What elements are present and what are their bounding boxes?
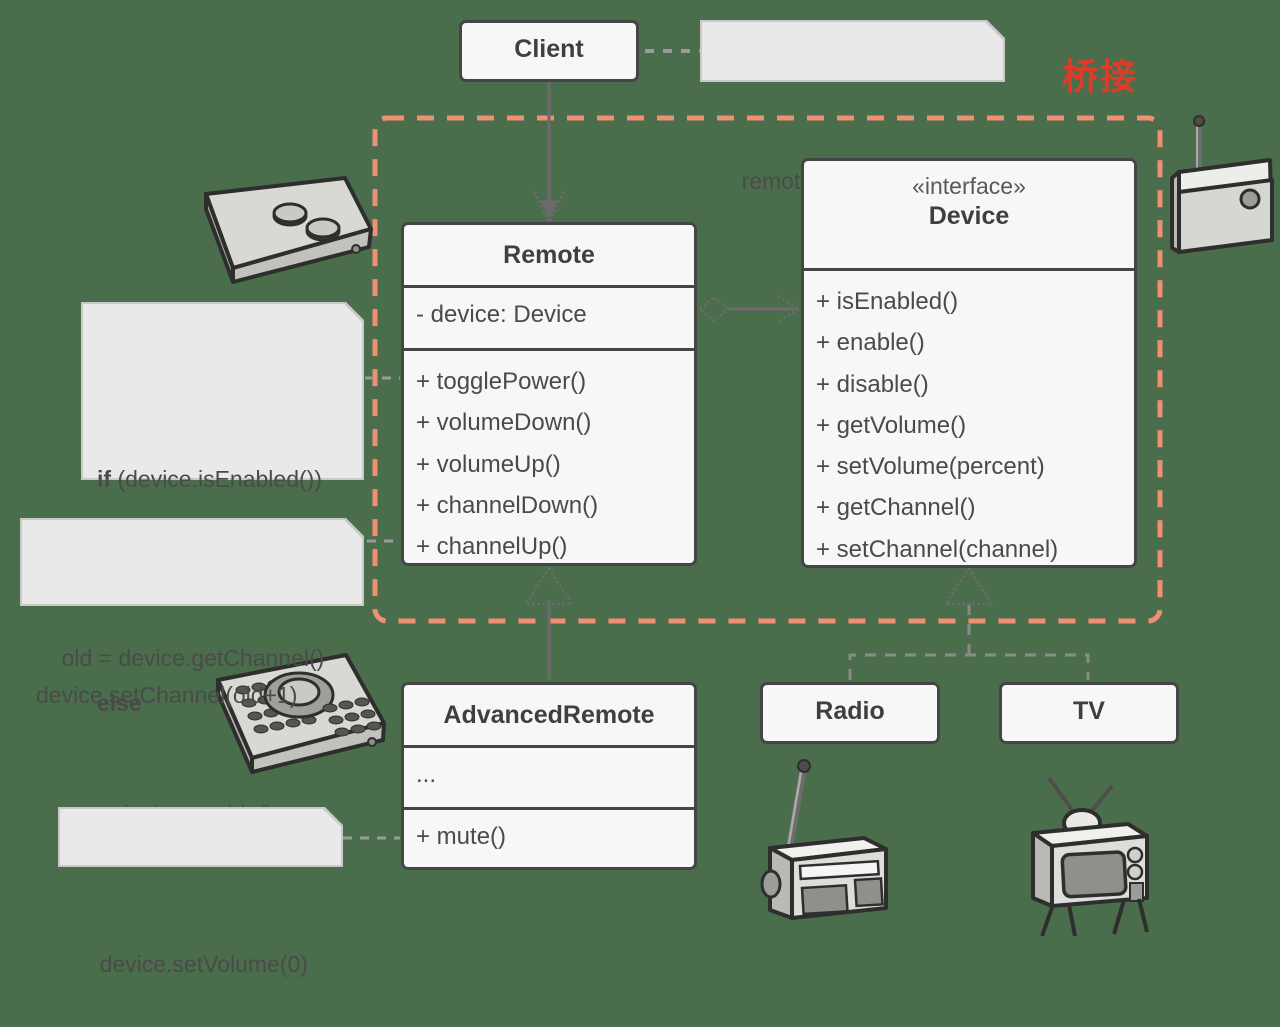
method-channel-up: + channelUp() [416, 533, 568, 561]
note-fold-inner [346, 518, 364, 536]
class-name-client: Client [514, 35, 584, 63]
note-channel-up-text: old = device.getChannel() device.setChan… [36, 644, 325, 708]
class-box-device[interactable]: «interface» Device + isEnabled() + enabl… [801, 158, 1137, 568]
class-box-advanced-remote[interactable]: AdvancedRemote ... + mute() [401, 682, 697, 870]
method-disable: + disable() [816, 370, 929, 398]
realization-triangle-device [943, 565, 995, 606]
router-device-icon [1170, 115, 1274, 254]
advanced-remote-fields-section: ... [404, 745, 694, 807]
class-name-advanced-remote: AdvancedRemote [443, 701, 655, 729]
method-volume-up: + volumeUp() [416, 450, 561, 478]
method-is-enabled: + isEnabled() [816, 288, 959, 315]
method-get-volume: + getVolume() [816, 411, 967, 439]
bridge-annotation-label: 桥接 [1062, 57, 1139, 98]
uml-diagram-canvas: 桥接 Client remote.togglePower() Remote - … [0, 0, 1280, 977]
device-impl-bus [848, 653, 1090, 680]
tv-device-icon [1031, 776, 1149, 937]
method-enable: + enable() [816, 329, 925, 357]
remote-methods-section: + togglePower() + volumeDown() + volumeU… [404, 348, 694, 563]
simple-remote-icon [204, 176, 373, 284]
note-line-if: if (device.isEnabled()) [97, 461, 348, 498]
note-mute-body: device.setVolume(0) [58, 807, 343, 977]
note-fold-inner [346, 302, 364, 320]
aggregation-arrowhead [777, 294, 802, 324]
device-methods-section: + isEnabled() + enable() + disable() + g… [804, 268, 1134, 565]
inheritance-triangle-remote [523, 565, 575, 606]
method-channel-down: + channelDown() [416, 491, 599, 519]
keyword-if: if [97, 466, 112, 492]
note-client-call: remote.togglePower() [700, 20, 1005, 194]
radio-device-icon [760, 759, 888, 920]
class-box-client[interactable]: Client [459, 20, 639, 82]
class-name-radio: Radio [815, 697, 885, 725]
method-set-channel: + setChannel(channel) [816, 535, 1059, 563]
class-box-tv[interactable]: TV [999, 682, 1179, 744]
class-name-device: Device [928, 201, 1010, 230]
method-mute: + mute() [416, 823, 507, 850]
field-ellipsis: ... [416, 761, 437, 788]
remote-fields-section: - device: Device [404, 285, 694, 348]
class-box-radio[interactable]: Radio [760, 682, 940, 744]
class-name-tv: TV [1073, 697, 1105, 725]
note-toggle-power-body: if (device.isEnabled()) device.disable()… [81, 302, 364, 827]
method-volume-down: + volumeDown() [416, 409, 592, 437]
class-name-remote: Remote [503, 241, 595, 269]
note-mute-text: device.setVolume(0) [99, 951, 308, 977]
note-fold-inner [325, 807, 343, 825]
class-box-remote[interactable]: Remote - device: Device + togglePower() … [401, 222, 697, 566]
stereotype-interface: «interface» [912, 173, 1026, 199]
method-toggle-power: + togglePower() [416, 368, 587, 395]
if-condition: (device.isEnabled()) [111, 466, 322, 492]
advanced-remote-methods-section: + mute() [404, 807, 694, 863]
field-device: - device: Device [416, 301, 587, 328]
aggregation-diamond [698, 295, 730, 323]
note-channel-up-body: old = device.getChannel() device.setChan… [20, 518, 364, 708]
method-get-channel: + getChannel() [816, 494, 976, 522]
device-header-section: «interface» Device [804, 161, 1134, 268]
note-fold-inner [987, 20, 1005, 38]
client-to-remote-arrowhead [532, 191, 566, 226]
method-set-volume: + setVolume(percent) [816, 453, 1045, 481]
